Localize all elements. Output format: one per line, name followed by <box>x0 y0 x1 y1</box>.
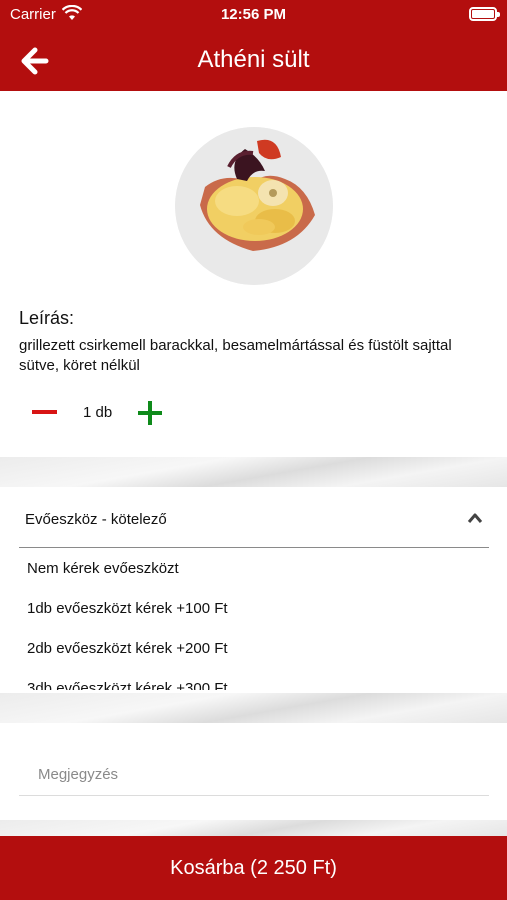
battery-icon <box>469 7 500 21</box>
note-input[interactable] <box>19 752 489 796</box>
description-label: Leírás: <box>19 308 75 328</box>
note-field-container <box>19 752 489 796</box>
page-title: Athéni sült <box>197 46 310 73</box>
cutlery-options-list[interactable]: Nem kérek evőeszközt 1db evőeszközt kére… <box>19 550 489 690</box>
quantity-value: 1 db <box>83 404 113 421</box>
chevron-up-icon[interactable] <box>467 512 483 524</box>
nav-bar: Athéni sült <box>0 30 507 91</box>
clock: 12:56 PM <box>220 6 287 23</box>
section-divider <box>0 693 507 723</box>
cutlery-option[interactable]: 2db evőeszközt kérek +200 Ft <box>27 640 228 657</box>
cutlery-option[interactable]: 3db evőeszközt kérek +300 Ft <box>27 680 228 690</box>
status-bar: Carrier 12:56 PM <box>0 0 507 30</box>
cutlery-accordion-header[interactable]: Evőeszköz - kötelező <box>19 490 489 548</box>
add-to-cart-button[interactable]: Kosárba (2 250 Ft) <box>0 836 507 900</box>
description-text: grillezett csirkemell barackkal, besamel… <box>19 337 452 374</box>
section-divider <box>0 820 507 836</box>
cutlery-option[interactable]: Nem kérek evőeszközt <box>27 560 179 577</box>
increase-quantity-button[interactable] <box>135 398 165 428</box>
decrease-quantity-button[interactable] <box>30 399 60 425</box>
section-divider <box>0 457 507 487</box>
dish-photo <box>175 127 333 285</box>
cutlery-title: Evőeszköz - kötelező <box>25 511 167 528</box>
cutlery-option[interactable]: 1db evőeszközt kérek +100 Ft <box>27 600 228 617</box>
